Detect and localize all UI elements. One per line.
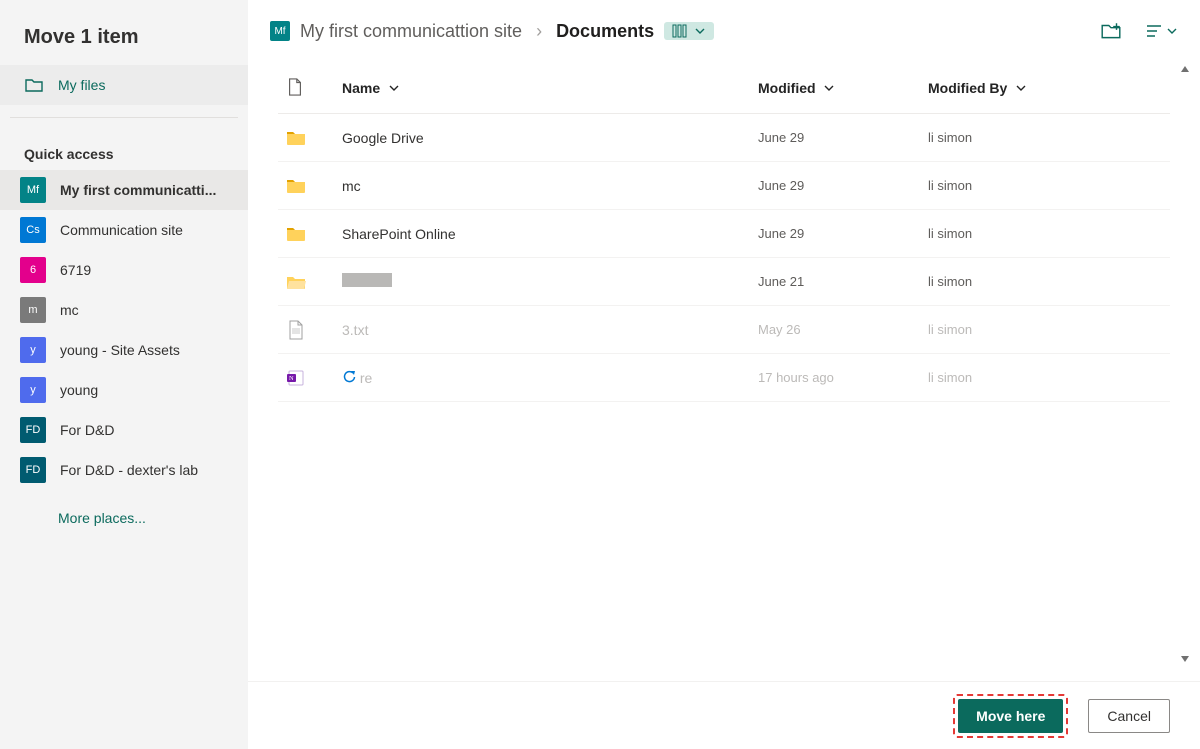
tutorial-highlight: Move here <box>953 694 1068 738</box>
sidebar-item[interactable]: 6 6719 <box>0 250 248 290</box>
breadcrumb-site[interactable]: My first communicattion site <box>300 21 522 42</box>
site-badge-icon: y <box>20 377 46 403</box>
breadcrumb-separator-icon: › <box>532 21 546 42</box>
row-type-icon <box>278 114 334 162</box>
nav-my-files-label: My files <box>58 77 105 93</box>
sidebar-item[interactable]: Cs Communication site <box>0 210 248 250</box>
row-modified-by: li simon <box>920 306 1170 354</box>
row-name: re <box>334 354 750 402</box>
row-modified: June 29 <box>750 114 920 162</box>
site-badge-icon: Mf <box>270 21 290 41</box>
col-name-label: Name <box>342 80 380 96</box>
sort-menu-button[interactable] <box>1144 21 1178 41</box>
row-type-icon <box>278 162 334 210</box>
table-row[interactable]: SharePoint OnlineJune 29li simon <box>278 210 1170 258</box>
row-name: 3.txt <box>334 306 750 354</box>
sidebar-item-label: young - Site Assets <box>60 342 180 358</box>
row-type-icon <box>278 258 334 306</box>
sidebar-item-label: For D&D <box>60 422 114 438</box>
row-type-icon <box>278 306 334 354</box>
sidebar-item-label: mc <box>60 302 79 318</box>
col-name[interactable]: Name <box>334 64 750 114</box>
site-badge-icon: y <box>20 337 46 363</box>
footer: Move here Cancel <box>248 681 1200 749</box>
sidebar-item[interactable]: Mf My first communicatti... <box>0 170 248 210</box>
columns-icon <box>672 24 688 38</box>
main-panel: Mf My first communicattion site › Docume… <box>248 0 1200 681</box>
table-row: re17 hours agoli simon <box>278 354 1170 402</box>
col-modified[interactable]: Modified <box>750 64 920 114</box>
more-places-link[interactable]: More places... <box>0 490 248 526</box>
quick-access-heading: Quick access <box>0 118 248 170</box>
sidebar-item[interactable]: yyoung <box>0 370 248 410</box>
sync-icon <box>342 369 356 383</box>
table-row[interactable]: June 21li simon <box>278 258 1170 306</box>
new-folder-button[interactable] <box>1100 20 1122 42</box>
row-modified: June 21 <box>750 258 920 306</box>
row-name: SharePoint Online <box>334 210 750 258</box>
site-badge-icon: m <box>20 297 46 323</box>
sidebar-item[interactable]: y young - Site Assets <box>0 330 248 370</box>
table-row[interactable]: Google DriveJune 29li simon <box>278 114 1170 162</box>
chevron-down-icon <box>694 25 706 37</box>
row-type-icon <box>278 210 334 258</box>
folder-outline-icon <box>24 75 44 95</box>
table-row: 3.txtMay 26li simon <box>278 306 1170 354</box>
breadcrumb-current[interactable]: Documents <box>556 21 654 42</box>
row-modified-by: li simon <box>920 354 1170 402</box>
row-name: mc <box>334 162 750 210</box>
row-modified-by: li simon <box>920 114 1170 162</box>
sidebar-item[interactable]: FD For D&D <box>0 410 248 450</box>
scrollbar-down-icon[interactable] <box>1178 656 1192 670</box>
file-table-wrap: Name Modified Modified By Google DriveJu… <box>248 64 1200 681</box>
sidebar-item-label: For D&D - dexter's lab <box>60 462 198 478</box>
col-modified-by-label: Modified By <box>928 80 1007 96</box>
nav-my-files[interactable]: My files <box>0 65 248 105</box>
row-name: Google Drive <box>334 114 750 162</box>
sidebar-item[interactable]: FD For D&D - dexter's lab <box>0 450 248 490</box>
site-badge-icon: FD <box>20 417 46 443</box>
sidebar-item-label: young <box>60 382 98 398</box>
table-row[interactable]: mcJune 29li simon <box>278 162 1170 210</box>
sidebar-item-label: Communication site <box>60 222 183 238</box>
row-modified: 17 hours ago <box>750 354 920 402</box>
row-modified-by: li simon <box>920 258 1170 306</box>
row-modified: May 26 <box>750 306 920 354</box>
view-chip[interactable] <box>664 22 714 40</box>
sidebar-item-label: 6719 <box>60 262 91 278</box>
file-table: Name Modified Modified By Google DriveJu… <box>278 64 1170 402</box>
row-name <box>334 258 750 306</box>
col-modified-label: Modified <box>758 80 816 96</box>
col-modified-by[interactable]: Modified By <box>920 64 1170 114</box>
row-modified: June 29 <box>750 162 920 210</box>
row-modified-by: li simon <box>920 162 1170 210</box>
chevron-down-icon <box>1015 81 1027 97</box>
col-type[interactable] <box>278 64 334 114</box>
cancel-button[interactable]: Cancel <box>1088 699 1170 733</box>
sidebar: Move 1 item My files Quick access Mf My f… <box>0 0 248 749</box>
sidebar-item-label: My first communicatti... <box>60 182 216 198</box>
scrollbar-up-icon[interactable] <box>1178 66 1192 80</box>
site-badge-icon: FD <box>20 457 46 483</box>
breadcrumb-bar: Mf My first communicattion site › Docume… <box>248 0 1200 64</box>
row-type-icon <box>278 354 334 402</box>
chevron-down-icon <box>823 81 835 97</box>
redacted-name <box>342 273 392 287</box>
site-badge-icon: Cs <box>20 217 46 243</box>
site-badge-icon: 6 <box>20 257 46 283</box>
chevron-down-icon <box>388 81 400 97</box>
move-here-button[interactable]: Move here <box>958 699 1063 733</box>
row-modified: June 29 <box>750 210 920 258</box>
row-modified-by: li simon <box>920 210 1170 258</box>
site-badge-icon: Mf <box>20 177 46 203</box>
chevron-down-icon <box>1166 25 1178 37</box>
sidebar-item[interactable]: mmc <box>0 290 248 330</box>
panel-title: Move 1 item <box>0 0 248 61</box>
